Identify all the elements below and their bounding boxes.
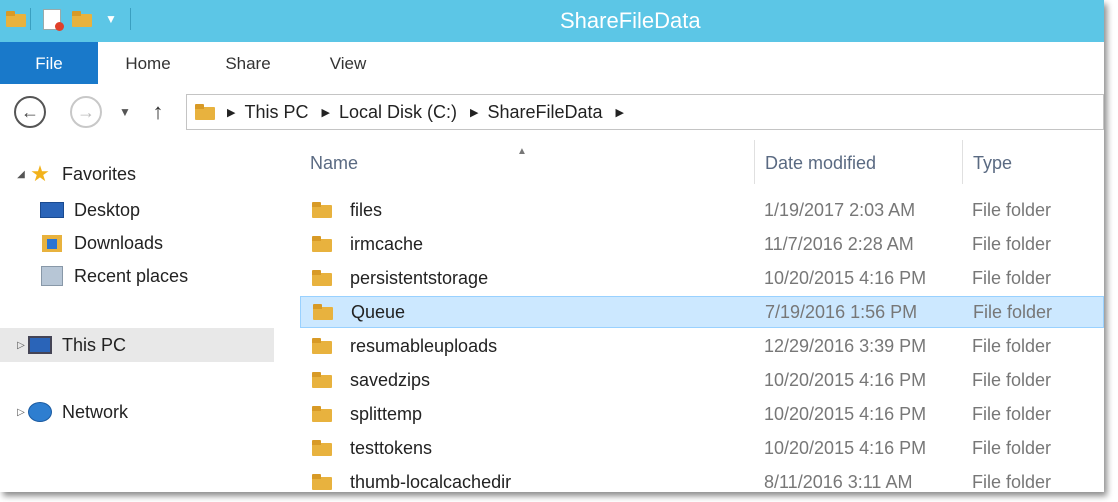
file-date: 10/20/2015 4:16 PM [764, 369, 927, 390]
tab-view[interactable]: View [310, 42, 386, 84]
file-type: File folder [972, 471, 1052, 492]
file-name: savedzips [350, 369, 431, 390]
expanded-arrow-icon[interactable]: ◢ [14, 169, 28, 180]
tab-file[interactable]: File [0, 42, 98, 84]
file-list: ▲ Name Date modified Type files 1/19/201… [276, 140, 1104, 492]
file-type: File folder [973, 301, 1053, 322]
column-header-type[interactable]: Type [962, 140, 1104, 184]
collapsed-arrow-icon[interactable]: ▷ [14, 340, 28, 351]
file-date: 11/7/2016 2:28 AM [764, 233, 914, 254]
folder-icon [313, 304, 335, 320]
folder-icon [312, 440, 334, 456]
tab-home[interactable]: Home [108, 42, 188, 84]
file-type: File folder [972, 335, 1052, 356]
file-row[interactable]: thumb-localcachedir 8/11/2016 3:11 AM Fi… [300, 466, 1104, 492]
folder-icon [312, 474, 334, 490]
collapsed-arrow-icon[interactable]: ▷ [14, 407, 28, 418]
folder-icon [312, 236, 334, 252]
breadcrumb-arrow-icon[interactable]: ▶ [321, 106, 329, 119]
nav-item-favorites[interactable]: ◢ ★ Favorites [0, 158, 136, 190]
tab-share[interactable]: Share [205, 42, 291, 84]
file-row[interactable]: splittemp 10/20/2015 4:16 PM File folder [300, 398, 1104, 430]
file-type: File folder [972, 437, 1052, 458]
nav-item-desktop[interactable]: Desktop [40, 194, 140, 226]
folder-icon [312, 338, 334, 354]
file-row-selected[interactable]: Queue 7/19/2016 1:56 PM File folder [300, 296, 1104, 328]
column-headers: ▲ Name Date modified Type [276, 140, 1104, 184]
folder-icon [195, 104, 215, 120]
breadcrumb-arrow-icon[interactable]: ▶ [227, 106, 235, 119]
address-bar[interactable]: ▶ This PC ▶ Local Disk (C:) ▶ ShareFileD… [186, 94, 1104, 130]
file-name: Queue [351, 301, 406, 322]
file-type: File folder [972, 403, 1052, 424]
ribbon-tabs: File Home Share View [0, 42, 1104, 85]
file-row[interactable]: savedzips 10/20/2015 4:16 PM File folder [300, 364, 1104, 396]
file-row[interactable]: irmcache 11/7/2016 2:28 AM File folder [300, 228, 1104, 260]
file-name: files [350, 199, 383, 220]
folder-icon [312, 406, 334, 422]
breadcrumb-arrow-icon[interactable]: ▶ [470, 106, 478, 119]
back-arrow-icon[interactable]: ← [14, 96, 46, 128]
nav-item-this-pc[interactable]: ▷ This PC [0, 328, 274, 362]
nav-item-downloads[interactable]: Downloads [40, 227, 163, 259]
nav-item-network[interactable]: ▷ Network [0, 396, 128, 428]
chevron-down-icon[interactable]: ▼ [115, 96, 135, 128]
folder-icon [312, 202, 334, 218]
file-type: File folder [972, 233, 1052, 254]
title-bar: ▼ ShareFileData [0, 0, 1104, 42]
breadcrumb-this-pc[interactable]: This PC [244, 102, 308, 123]
network-icon [28, 402, 52, 422]
navigation-bar: ← → ▼ ↑ ▶ This PC ▶ Local Disk (C:) ▶ Sh… [0, 84, 1104, 140]
file-type: File folder [972, 267, 1052, 288]
nav-item-label: This PC [62, 334, 127, 355]
nav-item-label: Downloads [74, 232, 164, 253]
file-name: splittemp [350, 403, 423, 424]
file-date: 12/29/2016 3:39 PM [764, 335, 927, 356]
recent-places-icon [40, 266, 64, 286]
column-header-date-modified[interactable]: Date modified [754, 140, 962, 184]
star-icon: ★ [30, 161, 50, 186]
file-date: 10/20/2015 4:16 PM [764, 403, 927, 424]
nav-item-label: Favorites [62, 163, 137, 184]
file-date: 1/19/2017 2:03 AM [764, 199, 916, 220]
forward-arrow-icon[interactable]: → [70, 96, 102, 128]
computer-icon [28, 335, 52, 355]
file-row[interactable]: testtokens 10/20/2015 4:16 PM File folde… [300, 432, 1104, 464]
folder-icon [312, 372, 334, 388]
file-date: 10/20/2015 4:16 PM [764, 267, 927, 288]
desktop-icon [40, 200, 64, 220]
downloads-icon [40, 233, 64, 253]
navigation-pane: ◢ ★ Favorites Desktop Downloads Recent p… [0, 140, 276, 492]
file-date: 8/11/2016 3:11 AM [764, 471, 913, 492]
nav-item-label: Recent places [74, 265, 189, 286]
column-header-name[interactable]: Name [300, 140, 754, 184]
file-name: resumableuploads [350, 335, 498, 356]
breadcrumb-local-disk[interactable]: Local Disk (C:) [339, 102, 457, 123]
file-type: File folder [972, 369, 1052, 390]
nav-item-label: Desktop [74, 199, 141, 220]
window-title: ShareFileData [560, 8, 701, 33]
file-row[interactable]: files 1/19/2017 2:03 AM File folder [300, 194, 1104, 226]
file-row[interactable]: persistentstorage 10/20/2015 4:16 PM Fil… [300, 262, 1104, 294]
nav-item-recent-places[interactable]: Recent places [40, 260, 188, 292]
file-date: 10/20/2015 4:16 PM [764, 437, 927, 458]
breadcrumb-sharefiledata[interactable]: ShareFileData [487, 102, 602, 123]
file-date: 7/19/2016 1:56 PM [765, 301, 918, 322]
file-name: persistentstorage [350, 267, 489, 288]
file-row[interactable]: resumableuploads 12/29/2016 3:39 PM File… [300, 330, 1104, 362]
explorer-window: ▼ ShareFileData File Home Share View ← →… [0, 0, 1104, 492]
folder-icon [312, 270, 334, 286]
nav-item-label: Network [62, 401, 129, 422]
file-name: testtokens [350, 437, 433, 458]
breadcrumb-arrow-icon[interactable]: ▶ [616, 106, 624, 119]
file-type: File folder [972, 199, 1052, 220]
file-name: irmcache [350, 233, 424, 254]
up-arrow-icon[interactable]: ↑ [146, 96, 170, 128]
file-name: thumb-localcachedir [350, 471, 512, 492]
